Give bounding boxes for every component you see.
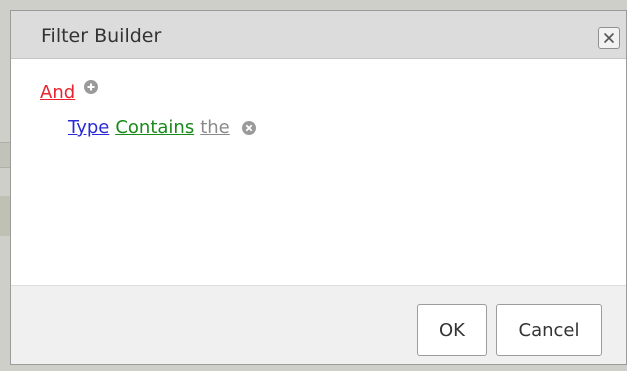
cancel-button[interactable]: Cancel [496,304,602,356]
dialog-titlebar: Filter Builder [11,11,626,59]
condition-row: Type Contains the [68,117,256,138]
condition-value-link[interactable]: the [200,117,230,138]
filter-tree: And Type Contains the [11,60,626,285]
dialog-footer: OK Cancel [11,285,626,364]
close-button[interactable] [598,27,620,49]
field-link[interactable]: Type [68,117,109,138]
group-row: And [40,79,99,103]
x-circle-icon[interactable] [241,120,256,135]
dialog-title: Filter Builder [41,25,162,47]
plus-circle-icon[interactable] [84,79,99,94]
ok-button[interactable]: OK [417,304,487,356]
condition-operator-link[interactable]: Contains [115,117,194,138]
group-operator-link[interactable]: And [40,82,75,103]
close-icon [604,33,614,43]
filter-builder-dialog: Filter Builder And Type Contains the OK … [10,10,627,365]
